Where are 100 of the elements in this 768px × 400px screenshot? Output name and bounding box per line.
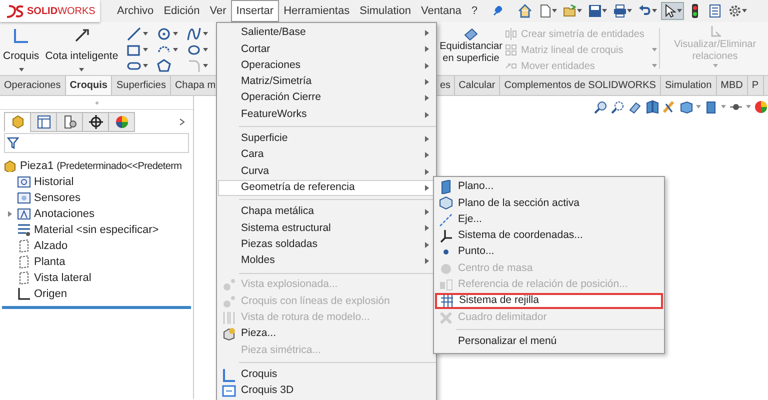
menu-item[interactable]: Herramientas — [278, 0, 355, 22]
logo-icon — [6, 4, 24, 18]
zoom-icon[interactable] — [594, 100, 608, 114]
grip-icon[interactable] — [94, 100, 98, 104]
menu-item[interactable]: Simulation — [354, 0, 416, 22]
menu-item[interactable]: Edición — [158, 0, 205, 22]
tree-item[interactable]: Planta — [0, 254, 193, 270]
circle-icon[interactable] — [157, 27, 172, 41]
pointer-icon[interactable] — [663, 4, 678, 18]
rectangle-icon[interactable] — [127, 43, 142, 57]
panel-tab[interactable] — [56, 112, 83, 132]
panel-tab[interactable] — [108, 112, 135, 132]
menu-item[interactable]: Operación Cierre — [218, 90, 435, 106]
tree-item[interactable]: Alzado — [0, 238, 193, 254]
expand-icon[interactable] — [7, 211, 13, 217]
3d-sketch-icon — [222, 384, 236, 398]
caret-icon — [652, 64, 657, 68]
menu-item[interactable]: Cara — [218, 147, 435, 164]
tree-item[interactable]: Anotaciones — [0, 206, 193, 222]
ribbon-tool[interactable]: Croquis — [0, 22, 42, 75]
menu-item[interactable]: Archivo — [112, 0, 159, 22]
print-icon[interactable] — [613, 4, 628, 18]
menu-item[interactable]: Matriz/Simetría — [218, 74, 435, 90]
submenu-arrow-icon — [425, 184, 429, 191]
view-orientation-icon[interactable] — [679, 100, 693, 114]
menu-item[interactable]: Cortar — [218, 41, 435, 58]
panel-tab[interactable] — [82, 112, 109, 132]
menu-item[interactable]: Plano de la sección activa — [435, 195, 663, 212]
tree-item[interactable]: Vista lateral — [0, 270, 193, 286]
zoom-area-icon[interactable] — [611, 100, 625, 114]
tree-item[interactable]: Pieza1 (Predeterminado<<Predeterm — [0, 158, 193, 174]
tab[interactable]: Croquis — [66, 76, 112, 95]
tree-item[interactable]: Sensores — [0, 190, 193, 206]
caret-icon — [677, 9, 682, 13]
menu-item[interactable]: Insertar — [231, 0, 279, 22]
submenu-arrow-icon — [425, 168, 429, 175]
home-icon[interactable] — [518, 4, 532, 18]
appearance-icon[interactable] — [754, 100, 768, 114]
menu-item[interactable]: Sistema de coordenadas... — [435, 228, 663, 244]
display-style-icon[interactable] — [704, 100, 718, 114]
pin-icon[interactable] — [492, 6, 502, 16]
menu-item[interactable]: Curva — [218, 163, 435, 180]
line-icon[interactable] — [127, 27, 142, 41]
new-document-icon[interactable] — [538, 4, 552, 18]
caret-icon — [602, 9, 608, 13]
menu-item[interactable]: Pieza... — [218, 326, 435, 342]
tree-item[interactable]: Material <sin especificar> — [0, 222, 193, 238]
section-view-icon[interactable] — [645, 100, 659, 114]
undo-icon[interactable] — [638, 4, 652, 18]
dynamic-annotation-icon[interactable] — [662, 100, 676, 114]
tab[interactable]: Complementos de SOLIDWORKS — [500, 76, 661, 95]
menu-item[interactable]: Moldes — [218, 252, 435, 270]
mirror-icon — [505, 28, 517, 40]
previous-view-icon[interactable] — [628, 100, 642, 114]
menu-item[interactable]: Saliente/Base — [218, 25, 435, 42]
menu-item[interactable]: Piezas soldadas — [218, 236, 435, 253]
menu-item[interactable]: Operaciones — [218, 58, 435, 74]
menu-item[interactable]: Sistema de rejilla — [435, 293, 663, 310]
menu-item[interactable]: Ver — [204, 0, 232, 22]
tab[interactable]: P — [748, 76, 764, 95]
tab[interactable]: Superficies — [112, 76, 171, 95]
ellipse-icon[interactable] — [187, 43, 202, 57]
menu-item[interactable]: Chapa metálica — [218, 204, 435, 220]
menu-item[interactable]: Croquis 3D — [218, 382, 435, 400]
menu-item[interactable]: Ventana — [416, 0, 466, 22]
tab[interactable]: Simulation — [660, 76, 717, 95]
tree-item[interactable]: Origen — [0, 286, 193, 302]
menu-item[interactable]: Personalizar el menú — [435, 334, 663, 350]
menu-item[interactable]: Eje... — [435, 212, 663, 228]
menu-item[interactable]: Plano... — [435, 179, 663, 196]
submenu-arrow-icon — [425, 62, 429, 69]
spline-icon[interactable] — [187, 27, 202, 41]
submenu-arrow-icon — [425, 152, 429, 158]
menu-item[interactable]: Croquis — [218, 366, 435, 383]
ribbon-tool[interactable]: Cota inteligente — [42, 22, 122, 75]
menu-item[interactable]: FeatureWorks — [218, 106, 435, 123]
submenu-arrow-icon — [425, 242, 429, 248]
save-icon[interactable] — [588, 4, 602, 18]
list-icon[interactable] — [708, 4, 722, 18]
panel-tab[interactable] — [30, 112, 57, 132]
polygon-icon[interactable] — [157, 59, 172, 73]
caret-icon — [203, 48, 208, 52]
material-icon — [17, 223, 31, 237]
filter-field[interactable] — [4, 133, 189, 153]
menu-item[interactable]: Sistema estructural — [218, 220, 435, 237]
tree-item[interactable]: Historial — [0, 174, 193, 190]
menu-item[interactable]: Geometría de referencia — [218, 180, 435, 196]
caret-icon — [79, 68, 84, 72]
gear-icon[interactable] — [728, 4, 742, 18]
history-folder-icon — [17, 175, 31, 189]
menu-item[interactable]: Superficie — [218, 130, 435, 148]
menu-item[interactable]: Punto... — [435, 244, 663, 260]
ribbon-tool[interactable]: Equidistanciar en superficie — [437, 22, 505, 75]
tab[interactable]: Calcular — [454, 76, 500, 95]
menu-item[interactable]: ? — [466, 0, 482, 22]
chevron-icon[interactable] — [179, 118, 185, 126]
open-folder-icon[interactable] — [563, 4, 578, 18]
slot-icon[interactable] — [127, 59, 142, 73]
plane-icon — [439, 180, 453, 194]
tab[interactable]: MBD — [716, 76, 748, 95]
